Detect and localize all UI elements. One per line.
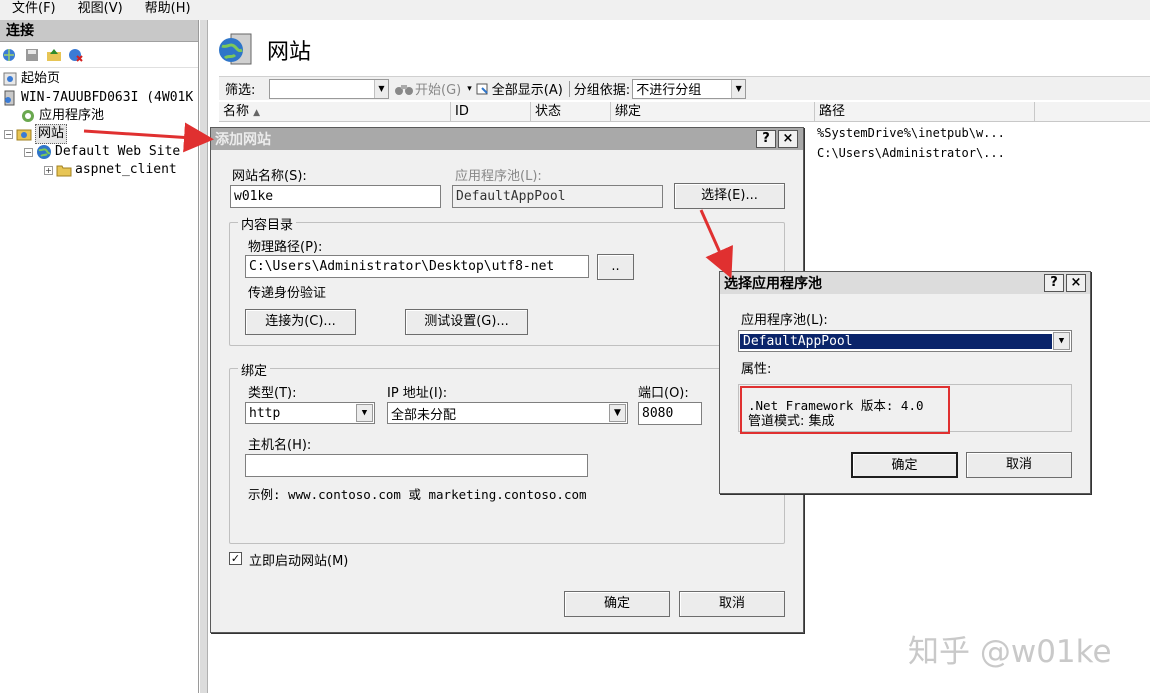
- site-name-label: 网站名称(S):: [232, 169, 307, 184]
- sites-table-header: 名称 ▲ ID 状态 绑定 路径: [219, 102, 1150, 122]
- app-pool-label: 应用程序池(L):: [455, 169, 542, 184]
- help-button[interactable]: ?: [1044, 274, 1064, 292]
- help-button[interactable]: ?: [756, 130, 776, 148]
- expand-icon[interactable]: +: [44, 165, 53, 175]
- connect-icon[interactable]: [2, 47, 18, 63]
- chevron-down-icon[interactable]: ▾: [467, 84, 472, 94]
- binoculars-icon: [395, 84, 413, 95]
- connect-as-button[interactable]: 连接为(C)...: [245, 309, 356, 335]
- physical-path-label: 物理路径(P):: [248, 240, 323, 255]
- pool-label: 应用程序池(L):: [741, 313, 828, 328]
- start-page-icon: [3, 72, 17, 86]
- group-by-select[interactable]: 不进行分组 ▼: [632, 78, 747, 99]
- type-select[interactable]: http ▼: [245, 402, 375, 424]
- start-filter-button[interactable]: 开始(G): [415, 79, 461, 98]
- col-status[interactable]: 状态: [531, 102, 611, 121]
- server-icon: [4, 90, 15, 106]
- select-app-pool-dialog: 选择应用程序池 ? × 应用程序池(L): DefaultAppPool ▼ 属…: [719, 271, 1091, 494]
- sort-ascending-icon: ▲: [253, 108, 261, 118]
- show-all-icon: [476, 83, 488, 94]
- app-pool-field: DefaultAppPool: [452, 185, 663, 208]
- connections-panel: 连接 起始页 WIN-7AUUBFD063I (4W01K 应用程序池 − 网站…: [0, 20, 199, 693]
- chevron-down-icon[interactable]: ▼: [1053, 332, 1070, 350]
- col-id[interactable]: ID: [451, 102, 531, 121]
- ok-button[interactable]: 确定: [851, 452, 958, 478]
- page-title: 网站: [267, 40, 312, 65]
- tree-sites[interactable]: − 网站: [4, 124, 68, 144]
- host-name-label: 主机名(H):: [248, 438, 312, 453]
- physical-path-input[interactable]: C:\Users\Administrator\Desktop\utf8-net: [245, 255, 589, 278]
- pane-splitter[interactable]: [200, 20, 208, 693]
- delete-connection-icon[interactable]: [68, 47, 84, 63]
- filter-label: 筛选:: [225, 83, 256, 98]
- col-path[interactable]: 路径: [815, 102, 1035, 121]
- port-label: 端口(O):: [638, 386, 689, 401]
- tree-aspnet-client[interactable]: + aspnet_client: [44, 161, 177, 179]
- collapse-icon[interactable]: −: [4, 129, 13, 139]
- host-name-input[interactable]: [245, 454, 588, 477]
- show-all-button[interactable]: 全部显示(A): [492, 79, 563, 98]
- chevron-down-icon[interactable]: ▼: [374, 79, 388, 98]
- content-directory-title: 内容目录: [238, 214, 297, 233]
- filter-input[interactable]: ▼: [269, 78, 389, 99]
- add-site-dialog: 添加网站 ? × 网站名称(S): w01ke 应用程序池(L): Defaul…: [210, 127, 804, 633]
- save-icon[interactable]: [24, 47, 40, 63]
- watermark: 知乎 @w01ke: [908, 634, 1112, 670]
- ip-label: IP 地址(I):: [387, 386, 448, 401]
- tree-server[interactable]: WIN-7AUUBFD063I (4W01K: [2, 89, 193, 107]
- table-row[interactable]: %SystemDrive%\inetpub\w...: [817, 126, 1005, 140]
- app-pool-icon: [22, 110, 34, 122]
- properties-label: 属性:: [741, 362, 772, 377]
- port-input[interactable]: 8080: [638, 402, 702, 425]
- close-button[interactable]: ×: [1066, 274, 1086, 292]
- go-up-icon[interactable]: [46, 47, 62, 63]
- chevron-down-icon[interactable]: ▼: [731, 79, 746, 98]
- menu-help[interactable]: 帮助(H): [133, 0, 201, 20]
- type-label: 类型(T):: [248, 386, 297, 401]
- cancel-button[interactable]: 取消: [966, 452, 1072, 478]
- chevron-down-icon[interactable]: ▼: [609, 404, 626, 422]
- sites-folder-icon: [16, 129, 32, 141]
- add-site-titlebar[interactable]: 添加网站: [211, 128, 803, 150]
- site-name-input[interactable]: w01ke: [230, 185, 441, 208]
- pipeline-mode-text: 管道模式: 集成: [748, 414, 835, 429]
- connections-header: 连接: [0, 20, 198, 42]
- menu-file[interactable]: 文件(F): [0, 0, 66, 20]
- connections-toolbar: [0, 42, 198, 68]
- close-button[interactable]: ×: [778, 130, 798, 148]
- menu-bar: 文件(F) 视图(V) 帮助(H): [0, 0, 1150, 20]
- host-example-text: 示例: www.contoso.com 或 marketing.contoso.…: [248, 487, 587, 502]
- start-now-checkbox[interactable]: ✓: [229, 552, 242, 565]
- col-binding[interactable]: 绑定: [611, 102, 815, 121]
- binding-title: 绑定: [238, 360, 271, 379]
- globe-icon: [37, 145, 51, 159]
- cancel-button[interactable]: 取消: [679, 591, 785, 617]
- ok-button[interactable]: 确定: [564, 591, 670, 617]
- col-name[interactable]: 名称 ▲: [219, 102, 451, 121]
- table-row[interactable]: C:\Users\Administrator\...: [817, 146, 1005, 160]
- tree-default-web-site[interactable]: − Default Web Site: [24, 143, 180, 161]
- pool-select[interactable]: DefaultAppPool ▼: [738, 330, 1072, 352]
- tree-start-page[interactable]: 起始页: [2, 70, 60, 88]
- start-now-label: 立即启动网站(M): [249, 554, 349, 569]
- tree-app-pools[interactable]: 应用程序池: [20, 107, 104, 125]
- ip-select[interactable]: 全部未分配 ▼: [387, 402, 628, 424]
- chevron-down-icon[interactable]: ▼: [356, 404, 373, 422]
- folder-icon: [56, 165, 72, 177]
- filter-bar: 筛选: ▼ 开始(G) ▾ 全部显示(A) 分组依据: 不进行分组 ▼: [219, 76, 1150, 100]
- collapse-icon[interactable]: −: [24, 147, 33, 157]
- sites-globe-icon: [219, 33, 252, 65]
- select-app-pool-button[interactable]: 选择(E)...: [674, 183, 785, 209]
- menu-view[interactable]: 视图(V): [66, 0, 133, 20]
- select-pool-titlebar[interactable]: 选择应用程序池: [720, 272, 1090, 294]
- pass-through-label: 传递身份验证: [248, 286, 327, 301]
- browse-button[interactable]: ..: [597, 254, 634, 280]
- group-by-label: 分组依据:: [573, 83, 631, 98]
- test-settings-button[interactable]: 测试设置(G)...: [405, 309, 528, 335]
